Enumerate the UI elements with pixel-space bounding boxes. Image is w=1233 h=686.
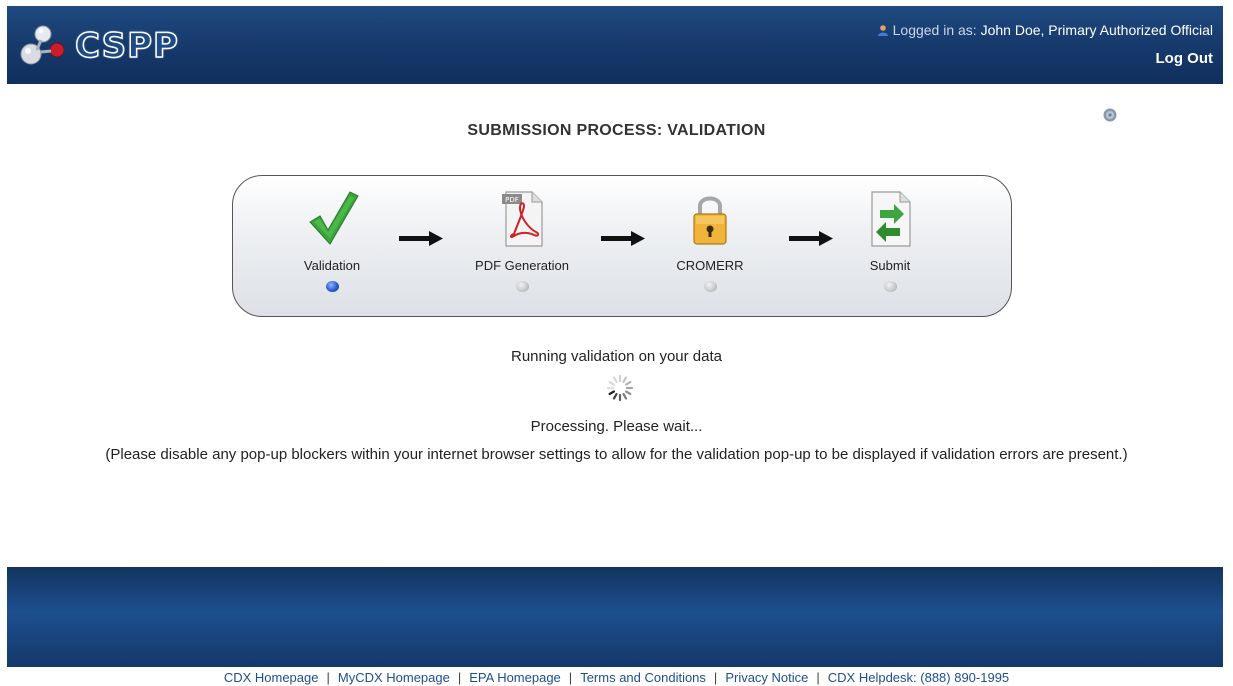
footer-link-helpdesk[interactable]: CDX Helpdesk: (888) 890-1995 (828, 670, 1009, 685)
step-submit: Submit (825, 188, 955, 292)
cspp-logo[interactable]: CSPP (17, 20, 207, 70)
user-name: John Doe, Primary Authorized Official (980, 22, 1213, 38)
step-label: CROMERR (676, 258, 744, 273)
footer-link-mycdx-homepage[interactable]: MyCDX Homepage (338, 670, 450, 685)
footer-link-epa-homepage[interactable]: EPA Homepage (469, 670, 561, 685)
footer-separator: | (713, 670, 718, 685)
arrow-right-icon (399, 231, 443, 246)
submit-document-icon (871, 191, 911, 247)
footer-link-privacy[interactable]: Privacy Notice (725, 670, 808, 685)
footer-separator: | (816, 670, 820, 685)
step-label: PDF Generation (475, 258, 569, 273)
header-bar: CSPP Logged in as: John Doe, Primary Aut… (7, 6, 1223, 84)
help-icon[interactable] (1103, 108, 1117, 122)
footer-links: CDX Homepage | MyCDX Homepage | EPA Homepage… (0, 670, 1233, 685)
footer-separator: | (568, 670, 573, 685)
logout-link[interactable]: Log Out (1156, 50, 1213, 67)
footer-separator: | (457, 670, 462, 685)
pdf-icon: PDF (502, 191, 543, 247)
lock-icon (693, 196, 727, 245)
footer-separator: | (326, 670, 330, 685)
step-pdf-generation: PDF PDF Generation (457, 188, 587, 292)
step-label: Submit (869, 258, 911, 273)
logo-text: CSPP (74, 25, 179, 67)
user-icon (877, 25, 888, 36)
step-indicator-inactive (515, 281, 529, 292)
footer-link-cdx-homepage[interactable]: CDX Homepage (224, 670, 319, 685)
submission-steps-panel: Validation PDF PDF Generation CROMERR Su… (232, 175, 1012, 317)
checkmark-icon (309, 191, 359, 245)
page-title: SUBMISSION PROCESS: VALIDATION (467, 122, 766, 139)
molecule-icon (20, 25, 65, 65)
running-validation-text: Running validation on your data (511, 348, 722, 365)
step-indicator-inactive (703, 281, 717, 292)
step-cromerr: CROMERR (645, 188, 775, 292)
footer-link-terms[interactable]: Terms and Conditions (580, 670, 706, 685)
arrow-right-icon (601, 231, 645, 246)
step-indicator-active (325, 281, 339, 292)
processing-text: Processing. Please wait... (530, 418, 703, 435)
footer-band (7, 567, 1223, 667)
step-validation: Validation (267, 188, 397, 292)
step-label: Validation (303, 258, 361, 273)
step-indicator-inactive (883, 281, 897, 292)
svg-text:PDF: PDF (505, 196, 519, 204)
login-status: Logged in as: John Doe, Primary Authoriz… (877, 22, 1213, 38)
loading-spinner-icon (606, 374, 634, 402)
logged-in-label: Logged in as: (892, 22, 977, 38)
popup-blocker-note: (Please disable any pop-up blockers with… (105, 446, 1128, 463)
